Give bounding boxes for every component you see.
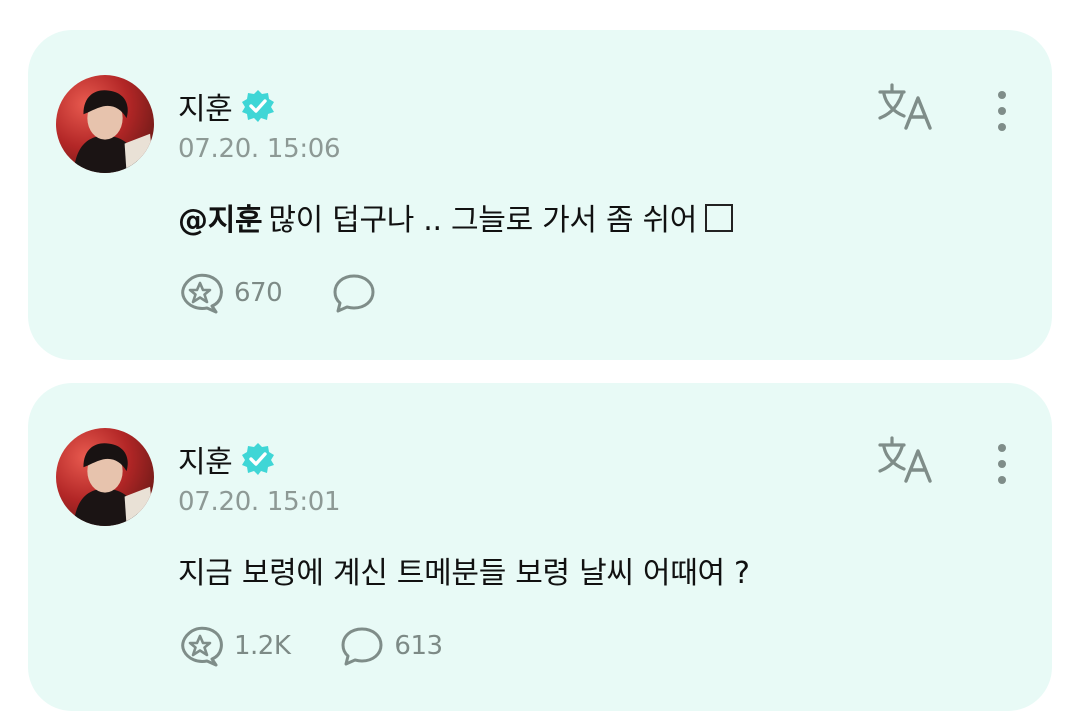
like-count: 1.2K	[234, 631, 291, 661]
translate-icon	[878, 436, 932, 483]
comment-count: 613	[394, 631, 443, 661]
post-card[interactable]: 지훈 07.20. 15:01 지금 보령에 계신 트메분들 보령 날씨 어때여…	[28, 383, 1052, 711]
unsupported-emoji-glyph	[705, 204, 734, 232]
like-count: 670	[234, 278, 283, 308]
post-card[interactable]: 지훈 07.20. 15:06 @지훈 많이 덥구나 .. 그늘로 가서 좀 쉬어…	[28, 30, 1052, 360]
feed: 지훈 07.20. 15:06 @지훈 많이 덥구나 .. 그늘로 가서 좀 쉬어…	[0, 0, 1080, 719]
comment-bubble-icon	[341, 627, 383, 666]
translate-button[interactable]	[876, 82, 936, 134]
star-bubble-icon	[181, 626, 223, 667]
translate-button[interactable]	[876, 435, 936, 487]
more-options-button[interactable]	[986, 86, 1018, 138]
author-row: 지훈	[178, 437, 276, 481]
avatar-image	[73, 443, 154, 526]
avatar-image	[73, 90, 154, 173]
avatar[interactable]	[56, 428, 154, 526]
post-body: @지훈 많이 덥구나 .. 그늘로 가서 좀 쉬어	[178, 195, 734, 239]
post-body: 지금 보령에 계신 트메분들 보령 날씨 어때여 ?	[178, 548, 750, 592]
more-options-button[interactable]	[986, 439, 1018, 491]
author-name[interactable]: 지훈	[178, 84, 233, 128]
post-actions: 1.2K 613	[178, 625, 491, 667]
post-text: 지금 보령에 계신 트메분들 보령 날씨 어때여 ?	[178, 556, 750, 591]
more-vertical-icon	[998, 91, 1006, 131]
post-text: 많이 덥구나 .. 그늘로 가서 좀 쉬어	[268, 203, 698, 238]
comment-bubble-icon	[333, 274, 375, 313]
mention-link[interactable]: @지훈	[178, 203, 263, 238]
post-timestamp: 07.20. 15:06	[178, 134, 341, 164]
comment-button[interactable]: 613	[338, 625, 443, 667]
verified-badge-icon	[242, 90, 275, 122]
post-actions: 670	[178, 272, 434, 314]
avatar[interactable]	[56, 75, 154, 173]
like-button[interactable]: 670	[178, 272, 283, 314]
post-timestamp: 07.20. 15:01	[178, 487, 341, 517]
author-row: 지훈	[178, 84, 276, 128]
comment-button[interactable]	[330, 272, 386, 314]
author-name[interactable]: 지훈	[178, 437, 233, 481]
translate-icon	[878, 83, 932, 130]
more-vertical-icon	[998, 444, 1006, 484]
like-button[interactable]: 1.2K	[178, 625, 291, 667]
verified-badge-icon	[242, 443, 275, 475]
star-bubble-icon	[181, 273, 223, 314]
